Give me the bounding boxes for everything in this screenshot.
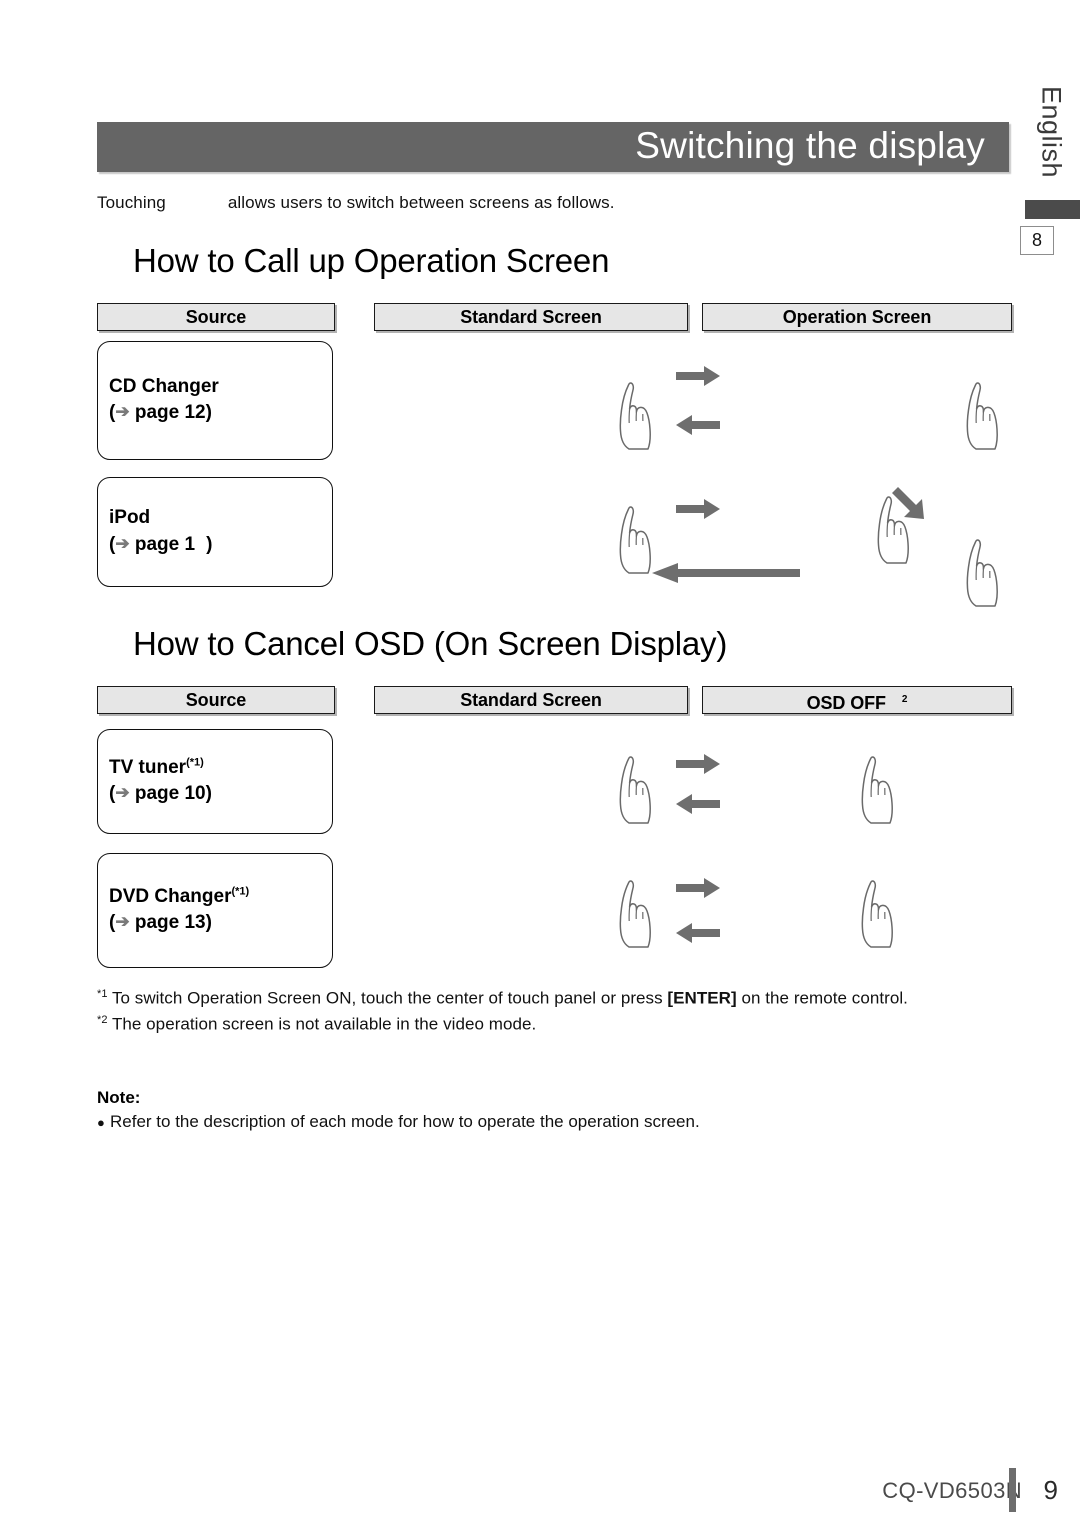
ref-paren-close: ) [206, 534, 213, 555]
arrow-left-icon [676, 414, 720, 436]
arrow-left-long-icon [652, 562, 800, 584]
pointing-finger-icon [608, 752, 660, 826]
source-name-cd-changer: CD Changer [109, 375, 219, 397]
page-title-bar: Switching the display [97, 122, 1009, 172]
pointing-finger-icon [955, 378, 1007, 452]
page-title: Switching the display [635, 125, 985, 167]
page-ref-arrow-icon: ➔ [115, 783, 130, 803]
arrow-right-icon [676, 877, 720, 899]
arrow-right-icon [676, 365, 720, 387]
bullet-icon: ● [97, 1115, 105, 1130]
pointing-finger-icon [608, 378, 660, 452]
note-item-text: Refer to the description of each mode fo… [110, 1112, 700, 1131]
footnote-2-mark: *2 [97, 1014, 108, 1026]
pointing-finger-icon [850, 752, 902, 826]
section-heading-call-up: How to Call up Operation Screen [133, 242, 610, 279]
intro-text: Touching allows users to switch between s… [97, 193, 615, 213]
source-name-ipod: iPod [109, 507, 151, 529]
col-header-standard-screen-2: Standard Screen [374, 686, 688, 714]
source-box-ipod: iPod (➔ page 1) [97, 477, 333, 587]
footnote-1-text-after: on the remote control. [736, 988, 908, 1008]
footnote-1: *1 To switch Operation Screen ON, touch … [97, 988, 908, 1009]
language-tab: English [1032, 86, 1070, 196]
page-ref-arrow-icon: ➔ [115, 534, 130, 553]
col-header-osd-off-label: OSD OFF [806, 693, 886, 713]
source-name-dvd-changer: DVD Changer [109, 885, 232, 907]
footnote-1-text-before: To switch Operation Screen ON, touch the… [107, 988, 668, 1008]
pointing-finger-icon [955, 535, 1007, 609]
page-ref-arrow-icon: ➔ [115, 912, 130, 932]
col-header-osd-off: OSD OFF 2 [702, 686, 1012, 714]
arrow-left-icon [676, 922, 720, 944]
page-ref-cd-changer: page 12) [134, 402, 212, 424]
source-footnote-mark: (*1) [231, 885, 250, 898]
intro-suffix: allows users to switch between screens a… [227, 193, 615, 212]
col-header-standard-screen-1: Standard Screen [374, 303, 688, 331]
arrow-left-icon [676, 793, 720, 815]
footnote-1-mark: *1 [97, 988, 108, 1000]
note-title: Note: [97, 1088, 141, 1107]
note-item: ● Refer to the description of each mode f… [97, 1112, 700, 1132]
section-heading-cancel-osd: How to Cancel OSD (On Screen Display) [133, 625, 728, 662]
source-box-cd-changer-text: CD Changer (➔ page 12) [109, 374, 219, 428]
arrow-right-icon [676, 753, 720, 775]
source-box-dvd-changer-text: DVD Changer(*1) (➔ page 13) [109, 884, 249, 938]
page-ref-ipod: page 1 [134, 534, 196, 555]
footer-model-number: CQ-VD6503N [882, 1478, 1022, 1503]
arrow-right-icon [676, 498, 720, 520]
footnote-2-text-before: The operation screen is not available in… [107, 1014, 537, 1034]
source-footnote-mark: (*1) [186, 756, 204, 769]
page-ref-tv-tuner: page 10) [134, 783, 212, 805]
col-header-source-1: Source [97, 303, 335, 331]
language-tab-label: English [1036, 86, 1067, 179]
pointing-finger-icon [850, 876, 902, 950]
arrow-diagonal-down-right-icon [890, 483, 932, 525]
footer-page-number: 9 [1043, 1475, 1058, 1505]
source-box-tv-tuner-text: TV tuner(*1) (➔ page 10) [109, 755, 212, 809]
footnote-1-emphasis: [ENTER] [667, 988, 737, 1008]
source-box-cd-changer: CD Changer (➔ page 12) [97, 341, 333, 460]
col-header-source-2: Source [97, 686, 335, 714]
source-box-dvd-changer: DVD Changer(*1) (➔ page 13) [97, 853, 333, 968]
pointing-finger-icon [608, 876, 660, 950]
col-header-standard-screen-2-label: Standard Screen [460, 690, 602, 710]
footnote-2: *2 The operation screen is not available… [97, 1014, 536, 1035]
source-name-tv-tuner: TV tuner [109, 756, 187, 778]
source-box-ipod-text: iPod (➔ page 1) [109, 505, 212, 559]
source-box-tv-tuner: TV tuner(*1) (➔ page 10) [97, 729, 333, 834]
col-header-osd-off-footnote-mark: 2 [901, 694, 908, 705]
footer-rule [1009, 1468, 1016, 1512]
margin-page-marker: 8 [1020, 226, 1054, 255]
page-ref-arrow-icon: ➔ [115, 402, 130, 422]
page-ref-dvd-changer: page 13) [134, 912, 212, 934]
intro-prefix: Touching [97, 193, 166, 212]
margin-section-bar [1025, 200, 1080, 219]
col-header-operation-screen: Operation Screen [702, 303, 1012, 331]
